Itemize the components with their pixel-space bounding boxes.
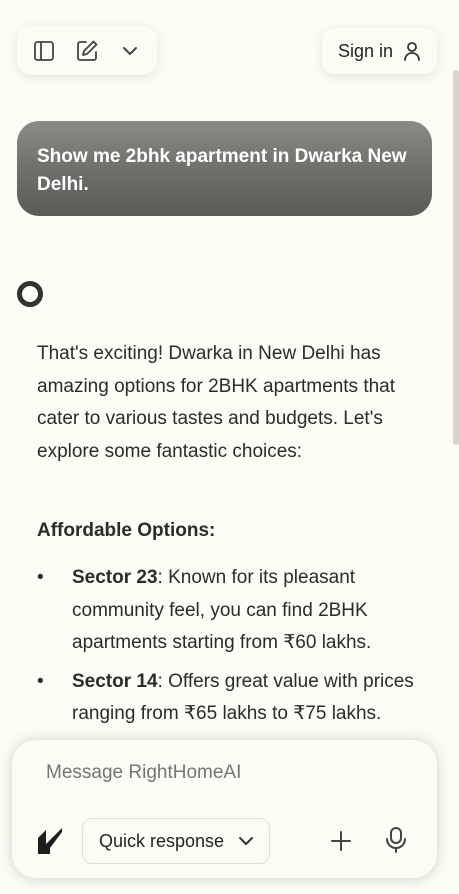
user-icon: [404, 42, 420, 61]
response-mode-label: Quick response: [99, 830, 225, 851]
sidebar-toggle-button[interactable]: [27, 34, 61, 68]
sign-in-label: Sign in: [337, 40, 394, 61]
edit-icon: [77, 40, 98, 61]
chevron-down-icon: [239, 837, 254, 845]
section-title: Affordable Options:: [37, 520, 216, 541]
response-mode-select[interactable]: Quick response: [82, 818, 270, 864]
sidebar-toggle-icon: [34, 40, 55, 61]
new-chat-button[interactable]: [70, 34, 104, 68]
message-input[interactable]: [46, 762, 406, 784]
chevron-down-icon: [122, 46, 137, 55]
bullet-list: • Sector 23: Known for its pleasant comm…: [37, 562, 427, 737]
microphone-icon[interactable]: [384, 826, 408, 854]
righthome-logo-icon: [38, 828, 62, 854]
user-message: Show me 2bhk apartment in Dwarka New Del…: [17, 121, 432, 216]
menu-dropdown-button[interactable]: [113, 34, 147, 68]
list-item: • Sector 23: Known for its pleasant comm…: [37, 562, 427, 660]
plus-icon[interactable]: [328, 828, 354, 854]
bullet-name: Sector 23: [72, 567, 158, 588]
loading-indicator-icon: [17, 281, 43, 307]
bullet-name: Sector 14: [72, 670, 158, 692]
assistant-intro: That's exciting! Dwarka in New Delhi has…: [37, 343, 396, 462]
list-item: • Sector 14: Offers great value with pri…: [37, 666, 427, 731]
message-composer: Quick response: [12, 740, 437, 878]
topbar-actions: [17, 26, 157, 75]
sign-in-button[interactable]: Sign in: [322, 28, 437, 74]
scrollbar[interactable]: [453, 70, 459, 445]
bullet-dot: •: [37, 670, 44, 692]
bullet-dot: •: [37, 567, 44, 588]
